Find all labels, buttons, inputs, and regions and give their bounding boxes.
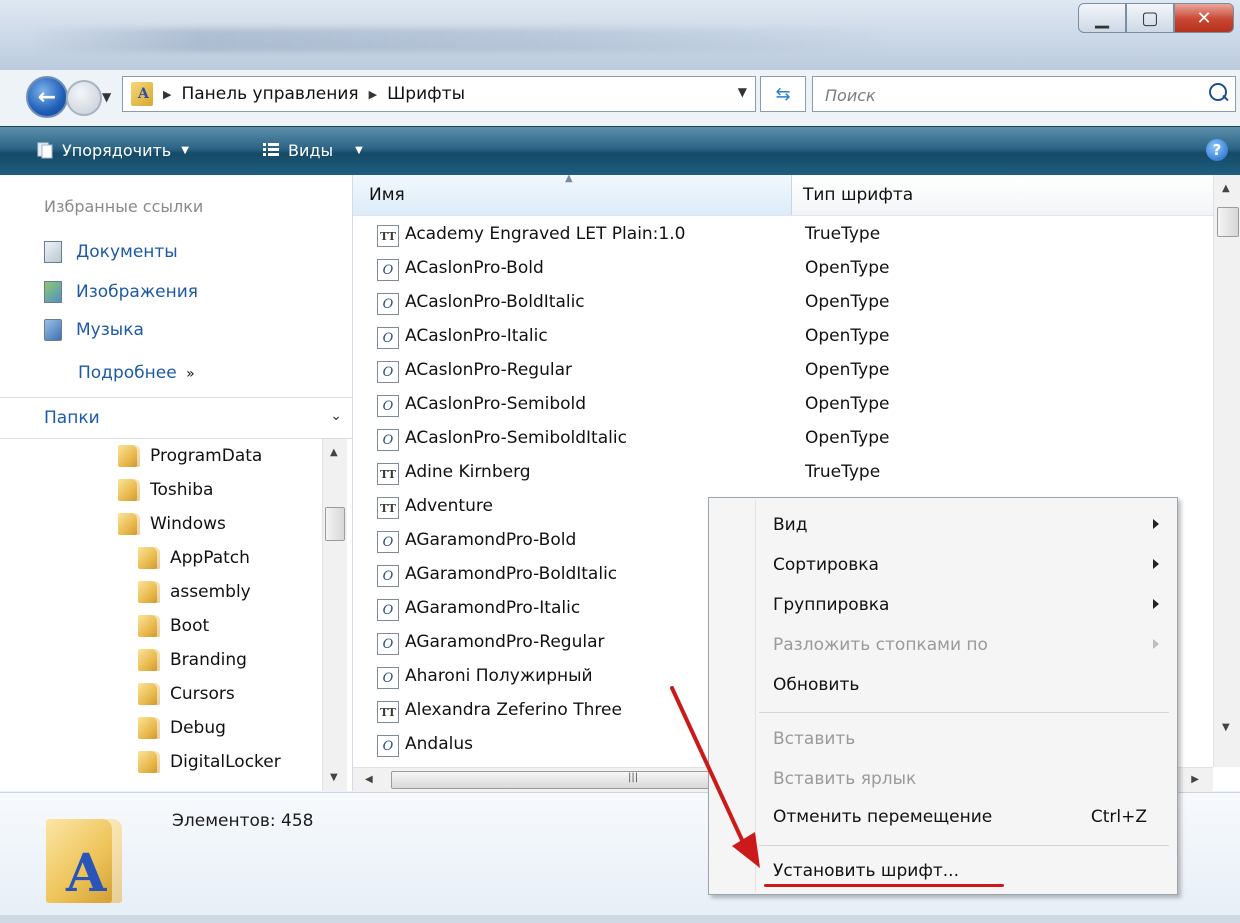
explorer-window: ▁ ▢ ✕ ← ▼ ▶ Панель управления ▶ Шрифты ▼…	[0, 0, 1240, 923]
red-arrow-annotation	[670, 686, 760, 868]
